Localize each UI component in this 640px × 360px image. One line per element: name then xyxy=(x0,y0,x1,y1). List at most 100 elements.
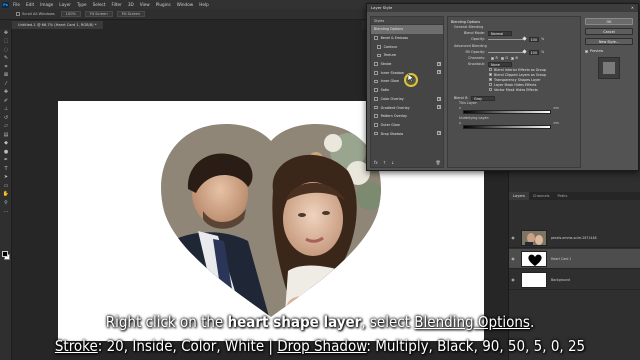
style-item-color-overlay[interactable]: Color Overlay + xyxy=(371,95,443,104)
style-checkbox[interactable] xyxy=(377,53,381,58)
visibility-eye-icon[interactable]: ◉ xyxy=(509,256,517,261)
cancel-button[interactable]: Cancel xyxy=(585,28,633,35)
add-instance-icon[interactable]: + xyxy=(437,96,441,101)
visibility-eye-icon[interactable]: ◉ xyxy=(509,235,517,240)
style-item-bevel-emboss[interactable]: Bevel & Emboss xyxy=(371,34,443,43)
dialog-title-bar[interactable]: Layer Style ✕ xyxy=(367,4,638,12)
style-checkbox[interactable] xyxy=(374,36,378,40)
channel-g-checkbox[interactable] xyxy=(500,56,504,60)
menu-file[interactable]: File xyxy=(13,2,20,7)
option-checkbox[interactable] xyxy=(489,73,492,76)
type-tool-icon[interactable]: T xyxy=(0,165,12,174)
style-checkbox[interactable] xyxy=(374,79,378,84)
menu-window[interactable]: Window xyxy=(177,2,194,7)
menu-3d[interactable]: 3D xyxy=(128,2,134,7)
option-checkbox[interactable] xyxy=(489,83,492,86)
blend-if-select[interactable]: Gray xyxy=(470,95,495,101)
add-instance-icon[interactable]: + xyxy=(437,61,441,66)
fill-opacity-input[interactable]: 100 xyxy=(529,49,539,55)
document-tab[interactable]: Untitled-1 @ 66.7% (Heart Card 1, RGB/8)… xyxy=(12,21,103,29)
pen-tool-icon[interactable]: ✒ xyxy=(0,157,12,166)
channel-b-checkbox[interactable] xyxy=(511,56,514,60)
visibility-eye-icon[interactable]: ◉ xyxy=(509,277,517,282)
more-tools-icon[interactable]: … xyxy=(0,208,12,217)
new-style-button[interactable]: New Style... xyxy=(585,38,633,45)
tab-layers[interactable]: Layers xyxy=(509,192,529,200)
option-checkbox-row[interactable]: Vector Mask Hides Effects xyxy=(451,87,577,92)
style-checkbox[interactable] xyxy=(374,105,378,110)
style-item-contour[interactable]: Contour xyxy=(371,42,443,51)
path-select-tool-icon[interactable]: ➤ xyxy=(0,174,12,183)
fit-screen-button[interactable]: Fit Screen xyxy=(84,11,113,17)
fx-icon[interactable]: fx xyxy=(374,160,378,165)
option-checkbox[interactable] xyxy=(489,88,492,91)
style-item-texture[interactable]: Texture xyxy=(371,51,443,60)
marquee-tool-icon[interactable]: ⬚ xyxy=(0,38,12,47)
styles-header[interactable]: Styles xyxy=(371,17,443,25)
add-instance-icon[interactable]: + xyxy=(437,105,441,110)
menu-view[interactable]: View xyxy=(140,2,150,7)
preview-checkbox[interactable] xyxy=(585,49,588,53)
healing-brush-tool-icon[interactable]: ✚ xyxy=(0,89,12,98)
style-checkbox[interactable] xyxy=(377,44,381,49)
style-checkbox[interactable] xyxy=(374,131,378,136)
add-instance-icon[interactable]: + xyxy=(437,70,441,75)
zoom-field[interactable]: 100% xyxy=(60,11,81,17)
slider-knob[interactable] xyxy=(522,49,527,54)
scroll-all-windows-checkbox[interactable]: Scroll All Windows xyxy=(16,12,55,16)
crop-tool-icon[interactable]: ⌗ xyxy=(0,63,12,72)
hand-tool-icon[interactable]: ✋ xyxy=(0,191,12,200)
opacity-slider[interactable] xyxy=(488,36,527,41)
ok-button[interactable]: OK xyxy=(585,18,633,25)
style-item-stroke[interactable]: Stroke + xyxy=(371,60,443,69)
shape-tool-icon[interactable]: ▭ xyxy=(0,182,12,191)
gradient-tool-icon[interactable]: ▤ xyxy=(0,131,12,140)
history-brush-tool-icon[interactable]: ↺ xyxy=(0,114,12,123)
style-item-satin[interactable]: Satin xyxy=(371,86,443,95)
clone-stamp-tool-icon[interactable]: ⊥ xyxy=(0,106,12,115)
style-checkbox[interactable] xyxy=(374,70,378,75)
foreground-color-swatch[interactable] xyxy=(2,251,8,257)
frame-tool-icon[interactable]: ⊠ xyxy=(0,72,12,81)
blur-tool-icon[interactable]: ◆ xyxy=(0,140,12,149)
menu-edit[interactable]: Edit xyxy=(26,2,34,7)
style-checkbox[interactable] xyxy=(374,123,378,127)
option-checkbox[interactable] xyxy=(489,68,492,71)
layer-row-heart[interactable]: ◉ Heart Card 1 xyxy=(509,249,640,269)
brush-tool-icon[interactable]: ✐ xyxy=(0,97,12,106)
move-tool-icon[interactable]: ✥ xyxy=(0,29,12,38)
menu-select[interactable]: Select xyxy=(93,2,106,7)
move-down-icon[interactable]: ↓ xyxy=(391,160,394,165)
option-checkbox[interactable] xyxy=(489,78,492,81)
eyedropper-tool-icon[interactable]: ⁄ xyxy=(0,80,12,89)
zoom-tool-icon[interactable]: ⚲ xyxy=(0,199,12,208)
lasso-tool-icon[interactable]: ◌ xyxy=(0,46,12,55)
style-checkbox[interactable] xyxy=(374,97,378,101)
tab-channels[interactable]: Channels xyxy=(529,192,554,200)
this-layer-gradient-slider[interactable] xyxy=(463,110,551,114)
menu-filter[interactable]: Filter xyxy=(111,2,121,7)
style-item-blending-options[interactable]: Blending Options xyxy=(371,25,443,34)
menu-plugins[interactable]: Plugins xyxy=(156,2,171,7)
trash-icon[interactable]: 🗑 xyxy=(436,160,441,165)
style-checkbox[interactable] xyxy=(374,88,378,92)
menu-image[interactable]: Image xyxy=(40,2,53,7)
style-checkbox[interactable] xyxy=(374,62,378,66)
eraser-tool-icon[interactable]: ▱ xyxy=(0,123,12,132)
channel-r-checkbox[interactable] xyxy=(491,56,494,60)
blend-mode-select[interactable]: Normal xyxy=(488,30,512,36)
fill-screen-button[interactable]: Fill Screen xyxy=(116,11,145,17)
knockout-select[interactable]: None xyxy=(488,61,512,67)
style-item-pattern-overlay[interactable]: Pattern Overlay xyxy=(371,112,443,121)
underlying-layer-gradient-slider[interactable] xyxy=(463,125,551,129)
menu-type[interactable]: Type xyxy=(77,2,87,7)
quick-select-tool-icon[interactable]: ✎ xyxy=(0,55,12,64)
style-item-outer-glow[interactable]: Outer Glow xyxy=(371,121,443,130)
style-checkbox[interactable] xyxy=(374,114,378,119)
close-icon[interactable]: ✕ xyxy=(631,4,638,12)
dodge-tool-icon[interactable]: ● xyxy=(0,148,12,157)
fill-opacity-slider[interactable] xyxy=(488,49,527,54)
tab-paths[interactable]: Paths xyxy=(554,192,572,200)
layer-row-background[interactable]: ◉ Background xyxy=(509,270,640,290)
slider-knob[interactable] xyxy=(522,36,527,41)
